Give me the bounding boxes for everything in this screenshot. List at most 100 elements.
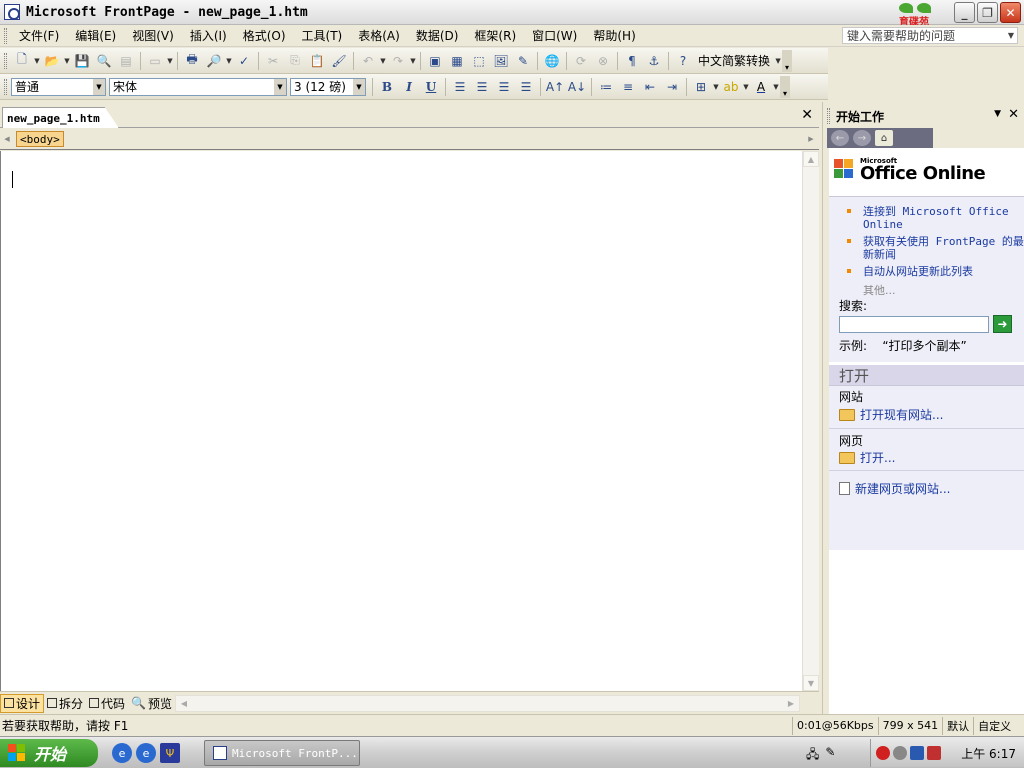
menu-format[interactable]: 格式(O) bbox=[235, 27, 294, 44]
security-icon[interactable] bbox=[927, 746, 941, 760]
menu-edit[interactable]: 编辑(E) bbox=[67, 27, 124, 44]
tab-design[interactable]: 设计 bbox=[0, 693, 45, 713]
help-question-box[interactable]: 键入需要帮助的问题 ▼ bbox=[842, 27, 1018, 44]
borders-icon[interactable]: ⊞ bbox=[690, 76, 712, 98]
back-icon[interactable]: ← bbox=[831, 130, 849, 146]
toggle-pane-icon[interactable]: ▭ bbox=[144, 50, 166, 72]
font-select[interactable]: 宋体 ▼ bbox=[109, 77, 287, 96]
internet-explorer-icon[interactable]: e bbox=[112, 743, 132, 763]
bookmark-anchor-icon[interactable]: ⚓ bbox=[643, 50, 665, 72]
toolbar-grip[interactable] bbox=[4, 52, 7, 69]
copy-icon[interactable]: ⎘ bbox=[284, 50, 306, 72]
insert-layer-icon[interactable]: ⬚ bbox=[468, 50, 490, 72]
new-page-or-site-link[interactable]: 新建网页或网站... bbox=[839, 480, 950, 497]
print-icon[interactable]: 🖶 bbox=[181, 50, 203, 72]
design-editor[interactable] bbox=[0, 151, 802, 691]
task-pane-grip[interactable] bbox=[827, 108, 830, 124]
menu-tools[interactable]: 工具(T) bbox=[294, 27, 351, 44]
link-frontpage-news[interactable]: 获取有关使用 FrontPage 的最新新闻 bbox=[845, 235, 1024, 261]
menu-frames[interactable]: 框架(R) bbox=[466, 27, 524, 44]
highlight-icon[interactable]: ab bbox=[720, 76, 742, 98]
menu-insert[interactable]: 插入(I) bbox=[182, 27, 235, 44]
help-icon[interactable]: ? bbox=[672, 50, 694, 72]
tab-split[interactable]: 拆分 bbox=[44, 694, 86, 713]
chevron-down-icon[interactable]: ▼ bbox=[353, 78, 365, 95]
horizontal-scrollbar[interactable]: ◀ ▶ bbox=[175, 695, 800, 712]
close-window-button[interactable]: ✕ bbox=[1000, 2, 1021, 23]
frontpage-app-icon[interactable] bbox=[4, 4, 20, 20]
open-existing-site-link[interactable]: 打开现有网站... bbox=[839, 406, 943, 423]
body-tag[interactable]: <body> bbox=[16, 131, 64, 147]
decrease-indent-icon[interactable]: ⇤ bbox=[639, 76, 661, 98]
menu-grip[interactable] bbox=[4, 27, 7, 44]
tab-code[interactable]: 代码 bbox=[86, 694, 128, 713]
chevron-down-icon[interactable]: ▼ bbox=[1008, 31, 1017, 40]
format-painter-icon[interactable]: 🖌 bbox=[328, 50, 350, 72]
preview-in-browser-icon[interactable]: 🔎 bbox=[203, 50, 225, 72]
open-folder-icon[interactable]: 📂 bbox=[41, 50, 63, 72]
chevron-down-icon[interactable]: ▼ bbox=[93, 78, 105, 95]
font-color-icon[interactable]: A bbox=[750, 76, 772, 98]
decrease-font-icon[interactable]: A↓ bbox=[566, 76, 588, 98]
scroll-right-icon[interactable]: ▶ bbox=[783, 696, 799, 711]
task-pane-menu-icon[interactable]: ▼ bbox=[994, 109, 1001, 119]
download-speed[interactable]: 0:01@56Kbps bbox=[792, 716, 878, 735]
undo-icon[interactable]: ↶ bbox=[357, 50, 379, 72]
chevron-down-icon[interactable]: ▼ bbox=[774, 57, 782, 65]
page-dimensions[interactable]: 799 x 541 bbox=[877, 716, 943, 735]
menu-data[interactable]: 数据(D) bbox=[408, 27, 467, 44]
bulleted-list-icon[interactable]: ≡ bbox=[617, 76, 639, 98]
stop-icon[interactable]: ⊗ bbox=[592, 50, 614, 72]
insert-table-icon[interactable]: ▦ bbox=[446, 50, 468, 72]
volume-icon[interactable] bbox=[893, 746, 907, 760]
save-icon[interactable]: 💾 bbox=[71, 50, 93, 72]
home-icon[interactable]: ⌂ bbox=[875, 130, 893, 146]
chevron-down-icon[interactable]: ▼ bbox=[712, 83, 720, 91]
chevron-down-icon[interactable]: ▼ bbox=[166, 57, 174, 65]
chevron-down-icon[interactable]: ▼ bbox=[772, 83, 780, 91]
menu-help[interactable]: 帮助(H) bbox=[585, 27, 643, 44]
align-left-icon[interactable]: ☰ bbox=[449, 76, 471, 98]
scroll-up-icon[interactable]: ▲ bbox=[803, 151, 819, 167]
open-page-link[interactable]: 打开... bbox=[839, 449, 895, 466]
network-icon[interactable]: 🖧 bbox=[806, 745, 819, 766]
office-online-logo[interactable]: Microsoft Office Online bbox=[834, 158, 986, 183]
paste-icon[interactable]: 📋 bbox=[306, 50, 328, 72]
menu-window[interactable]: 窗口(W) bbox=[524, 27, 585, 44]
chevron-down-icon[interactable]: ▼ bbox=[63, 57, 71, 65]
toolbar-grip[interactable] bbox=[4, 78, 7, 95]
toolbar-options-icon[interactable]: ▾ bbox=[780, 75, 790, 98]
taskbar-frontpage-button[interactable]: Microsoft FrontP... bbox=[204, 740, 360, 766]
numbered-list-icon[interactable]: ≔ bbox=[595, 76, 617, 98]
spelling-icon[interactable]: ✓ bbox=[233, 50, 255, 72]
clock[interactable]: 上午 6:17 bbox=[961, 745, 1016, 762]
search-go-button[interactable]: ➜ bbox=[993, 315, 1012, 333]
find-icon[interactable]: 🔍 bbox=[93, 50, 115, 72]
tab-preview[interactable]: 🔍 预览 bbox=[128, 694, 175, 713]
refresh-icon[interactable]: ⟳ bbox=[570, 50, 592, 72]
vertical-scrollbar[interactable]: ▲ ▼ bbox=[802, 151, 819, 691]
start-button[interactable]: 开始 bbox=[0, 739, 98, 767]
close-task-pane-icon[interactable]: ✕ bbox=[1008, 107, 1019, 122]
align-center-icon[interactable]: ☰ bbox=[471, 76, 493, 98]
increase-indent-icon[interactable]: ⇥ bbox=[661, 76, 683, 98]
increase-font-icon[interactable]: A↑ bbox=[544, 76, 566, 98]
new-page-icon[interactable]: 🗋 bbox=[11, 50, 33, 72]
scroll-left-icon[interactable]: ◀ bbox=[176, 696, 192, 711]
cut-icon[interactable]: ✂ bbox=[262, 50, 284, 72]
link-auto-update-list[interactable]: 自动从网站更新此列表 bbox=[845, 265, 1024, 278]
menu-table[interactable]: 表格(A) bbox=[350, 27, 408, 44]
default-mode[interactable]: 默认 bbox=[942, 716, 973, 735]
chevron-down-icon[interactable]: ▼ bbox=[33, 57, 41, 65]
chevron-down-icon[interactable]: ▼ bbox=[409, 57, 417, 65]
antivirus-icon[interactable] bbox=[876, 746, 890, 760]
app-shortcut-icon[interactable]: Ψ bbox=[160, 743, 180, 763]
bold-button[interactable]: B bbox=[376, 76, 398, 98]
document-tab[interactable]: new_page_1.htm bbox=[2, 107, 119, 128]
chevron-down-icon[interactable]: ▼ bbox=[274, 78, 286, 95]
search-input[interactable] bbox=[839, 315, 989, 333]
close-document-icon[interactable]: ✕ bbox=[801, 107, 813, 123]
hyperlink-icon[interactable]: 🌐 bbox=[541, 50, 563, 72]
chevron-down-icon[interactable]: ▼ bbox=[225, 57, 233, 65]
restore-button[interactable]: ❐ bbox=[977, 2, 998, 23]
